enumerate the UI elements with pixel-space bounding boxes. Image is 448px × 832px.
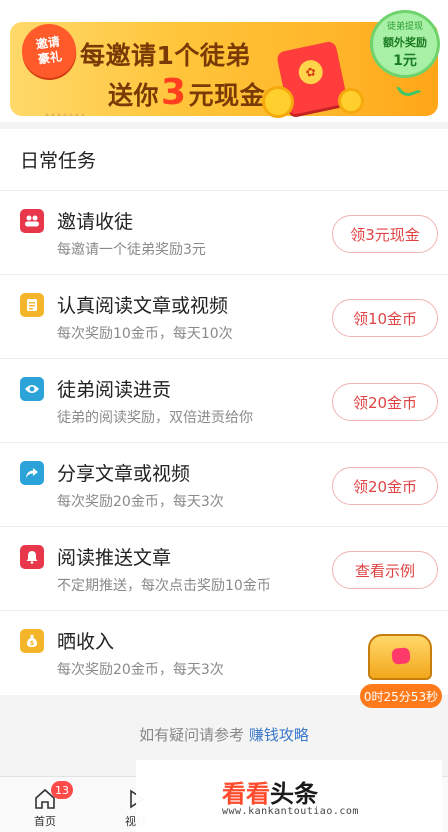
people-icon xyxy=(20,209,44,233)
task-desc: 每邀请一个徒弟奖励3元 xyxy=(57,242,206,258)
claim-cash-button[interactable]: 领3元现金 xyxy=(332,215,438,253)
task-desc: 徒弟的阅读奖励，双倍进贡给你 xyxy=(57,410,253,426)
task-row[interactable]: 阅读推送文章 不定期推送，每次点击奖励10金币 查看示例 xyxy=(0,527,448,611)
section-title: 日常任务 xyxy=(0,129,448,191)
watermark: 看看头条 www.kankantoutiao.com xyxy=(136,760,442,832)
page: 邀请 豪礼 每邀请1个徒弟 送你3元现金 ✿ 徒弟提现 额外奖励 1元 日常任务… xyxy=(0,0,448,832)
watermark-url: www.kankantoutiao.com xyxy=(222,806,359,817)
task-row[interactable]: 认真阅读文章或视频 每次奖励10金币，每天10次 领10金币 xyxy=(0,275,448,359)
task-desc: 每次奖励10金币，每天10次 xyxy=(57,326,233,342)
claim-coins-button[interactable]: 领20金币 xyxy=(332,467,438,505)
svg-text:$: $ xyxy=(30,640,34,647)
view-example-button[interactable]: 查看示例 xyxy=(332,551,438,589)
eye-icon xyxy=(20,377,44,401)
chest-countdown: 0时25分53秒 xyxy=(360,684,442,708)
heart-icon xyxy=(391,647,411,665)
claim-coins-button[interactable]: 领20金币 xyxy=(332,383,438,421)
task-title: 邀请收徒 xyxy=(57,211,134,233)
watermark-kk: 看看 xyxy=(222,780,270,808)
bonus-mid: 额外奖励 xyxy=(383,36,427,49)
invite-banner[interactable]: 邀请 豪礼 每邀请1个徒弟 送你3元现金 ✿ 徒弟提现 额外奖励 1元 xyxy=(0,0,448,122)
share-icon xyxy=(20,461,44,485)
coin-icon xyxy=(338,88,364,114)
bonus-badge: 徒弟提现 额外奖励 1元 xyxy=(370,10,440,78)
bonus-amount: 1元 xyxy=(393,53,417,69)
help-text: 如有疑问请参考 xyxy=(139,726,245,744)
document-icon xyxy=(20,293,44,317)
task-title: 晒收入 xyxy=(57,631,115,653)
notification-badge: 13 xyxy=(51,781,73,799)
banner-amount: 3 xyxy=(161,72,187,113)
task-desc: 不定期推送，每次点击奖励10金币 xyxy=(57,578,271,594)
seal-icon: ✿ xyxy=(296,57,325,87)
bell-icon xyxy=(20,545,44,569)
bonus-top: 徒弟提现 xyxy=(386,22,423,32)
task-desc: 每次奖励20金币，每天3次 xyxy=(57,494,224,510)
help-line: 如有疑问请参考 赚钱攻略 xyxy=(0,724,448,745)
treasure-chest-widget[interactable]: 0时25分53秒 xyxy=(360,626,442,708)
nav-home-label: 首页 xyxy=(34,815,56,828)
task-row[interactable]: 徒弟阅读进贡 徒弟的阅读奖励，双倍进贡给你 领20金币 xyxy=(0,359,448,443)
task-title: 认真阅读文章或视频 xyxy=(57,295,229,317)
daily-task-list: 日常任务 邀请收徒 每邀请一个徒弟奖励3元 领3元现金 认真阅读文章或视频 每次… xyxy=(0,129,448,695)
banner-subline: 送你3元现金 xyxy=(108,72,265,113)
coin-icon xyxy=(262,86,294,118)
task-row[interactable]: 邀请收徒 每邀请一个徒弟奖励3元 领3元现金 xyxy=(0,191,448,275)
claim-coins-button[interactable]: 领10金币 xyxy=(332,299,438,337)
nav-home[interactable]: 首页 13 xyxy=(5,777,85,832)
task-title: 分享文章或视频 xyxy=(57,463,191,485)
banner-prefix: 送你 xyxy=(108,81,160,110)
task-desc: 每次奖励20金币，每天3次 xyxy=(57,662,224,678)
task-title: 阅读推送文章 xyxy=(57,547,172,569)
banner-suffix: 元现金 xyxy=(188,81,266,110)
task-title: 徒弟阅读进贡 xyxy=(57,379,172,401)
earning-guide-link[interactable]: 赚钱攻略 xyxy=(249,726,309,744)
banner-headline: 每邀请1个徒弟 xyxy=(80,41,251,70)
task-row[interactable]: 分享文章或视频 每次奖励20金币，每天3次 领20金币 xyxy=(0,443,448,527)
watermark-tt: 头条 xyxy=(270,780,318,808)
watermark-logo: 看看头条 xyxy=(222,774,318,809)
moneybag-icon: $ xyxy=(20,629,44,653)
banner-dots xyxy=(44,112,84,116)
